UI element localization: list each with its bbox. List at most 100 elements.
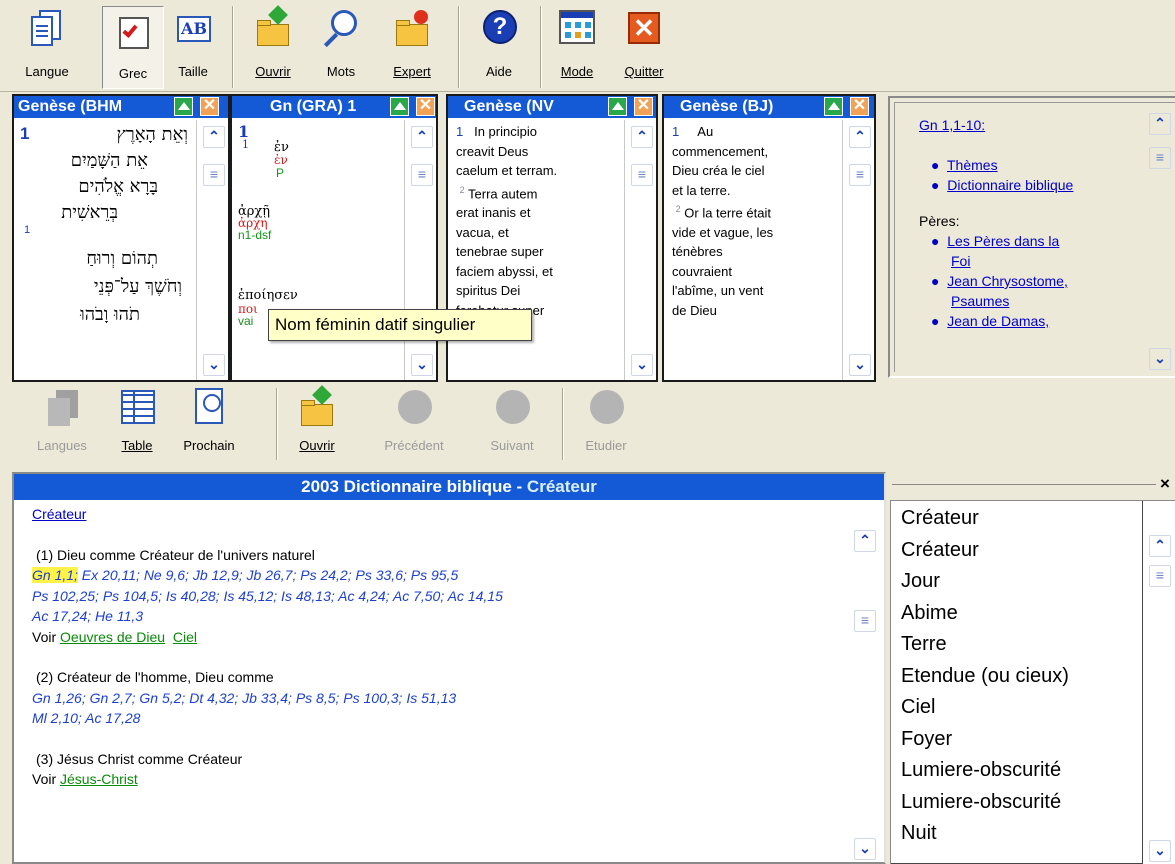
- etudier-button[interactable]: Etudier: [576, 388, 636, 460]
- word-list-item[interactable]: Foyer: [901, 724, 1142, 756]
- section-2-refs-a[interactable]: Gn 1,26; Gn 2,7; Gn 5,2; Dt 4,32; Jb 33,…: [32, 688, 844, 709]
- scroll-down-icon[interactable]: ⌄: [411, 354, 433, 376]
- langues-label: Langues: [37, 438, 87, 453]
- pane-bj-close-button[interactable]: ✕: [850, 97, 869, 116]
- peres-foi-link-cont[interactable]: Foi: [951, 253, 970, 269]
- scroll-down-icon[interactable]: ⌄: [849, 354, 871, 376]
- word-list-item[interactable]: Créateur: [901, 535, 1142, 567]
- scroll-up-icon[interactable]: ⌃: [631, 126, 653, 148]
- scripture-ref-link[interactable]: Gn 1,1-10:: [919, 117, 985, 133]
- scroll-down-icon[interactable]: ⌄: [203, 354, 225, 376]
- ouvrir-label: Ouvrir: [255, 64, 291, 79]
- jesus-christ-link[interactable]: Jésus-Christ: [60, 771, 138, 787]
- prochain-button[interactable]: Prochain: [176, 388, 242, 460]
- table-icon: [117, 388, 157, 428]
- ouvrir-button[interactable]: Ouvrir: [248, 5, 298, 88]
- scroll-down-icon[interactable]: ⌄: [1149, 348, 1171, 370]
- peres-foi-link[interactable]: Les Pères dans la: [947, 233, 1059, 249]
- scroll-thumb[interactable]: ≡: [631, 164, 653, 186]
- scroll-thumb[interactable]: ≡: [1149, 147, 1171, 169]
- app-window: { "toolbar_top": { "langue": "Langue", "…: [0, 0, 1175, 864]
- section-2-refs-b[interactable]: Ml 2,10; Ac 17,28: [32, 708, 844, 729]
- precedent-button[interactable]: Précédent: [366, 388, 462, 460]
- circle-icon: [394, 388, 434, 428]
- scroll-thumb[interactable]: ≡: [203, 164, 225, 186]
- pane-bj-scrollbar[interactable]: ⌃ ≡ ⌄: [842, 120, 874, 380]
- gra-word-3[interactable]: ἐποίησεν: [238, 288, 298, 303]
- dictionary-scrollbar[interactable]: ⌃ ≡ ⌄: [848, 500, 884, 862]
- dictionary-link[interactable]: Dictionnaire biblique: [947, 177, 1073, 193]
- pane-gra-maximize-button[interactable]: [390, 97, 409, 116]
- ciel-link[interactable]: Ciel: [173, 629, 197, 645]
- scroll-thumb[interactable]: ≡: [411, 164, 433, 186]
- quitter-button[interactable]: ✕ Quitter: [616, 8, 672, 88]
- pane-nv-maximize-button[interactable]: [608, 97, 627, 116]
- pane-bj-maximize-button[interactable]: [824, 97, 843, 116]
- table-button[interactable]: Table: [112, 388, 162, 460]
- oeuvres-link[interactable]: Oeuvres de Dieu: [60, 629, 165, 645]
- open-folder-icon: [253, 5, 293, 48]
- scroll-up-icon[interactable]: ⌃: [411, 126, 433, 148]
- section-1-refs-a[interactable]: Ex 20,11; Ne 9,6; Jb 12,9; Jb 26,7; Ps 2…: [78, 567, 458, 583]
- scroll-down-icon[interactable]: ⌄: [854, 838, 876, 860]
- word-list-item[interactable]: Nuit: [901, 818, 1142, 850]
- word-list-item[interactable]: Lumiere-obscurité: [901, 755, 1142, 787]
- scroll-up-icon[interactable]: ⌃: [854, 530, 876, 552]
- pane-gra-close-button[interactable]: ✕: [416, 97, 435, 116]
- section-2-heading: (2) Créateur de l'homme, Dieu comme: [36, 669, 274, 685]
- taille-button[interactable]: AB Taille: [168, 8, 218, 88]
- word-list-item[interactable]: Jour: [901, 566, 1142, 598]
- mode-button[interactable]: Mode: [552, 8, 602, 88]
- pane-nv-close-button[interactable]: ✕: [634, 97, 653, 116]
- themes-link[interactable]: Thèmes: [947, 157, 998, 173]
- ouvrir-dict-button[interactable]: Ouvrir: [292, 385, 342, 460]
- pane-nv-scrollbar[interactable]: ⌃ ≡ ⌄: [624, 120, 656, 380]
- taille-label: Taille: [178, 64, 208, 79]
- pane-bhm-body: 1 וְאֵת הָאָרֶץ אֵת הַשָּׁמַיִם בָּרָא א…: [14, 120, 192, 380]
- open-folder-icon: [297, 385, 337, 428]
- word-list-scrollbar[interactable]: ⌃ ≡ ⌄: [1145, 501, 1175, 864]
- word-list-item[interactable]: Terre: [901, 629, 1142, 661]
- scroll-up-icon[interactable]: ⌃: [1149, 113, 1171, 135]
- gra-word-2-parse: n1-dsf: [238, 228, 272, 242]
- scroll-up-icon[interactable]: ⌃: [1149, 535, 1171, 557]
- langues-button[interactable]: Langues: [26, 388, 98, 460]
- bj-verse-2-marker: 2: [675, 204, 681, 214]
- chrysostome-link-cont[interactable]: Psaumes: [951, 293, 1009, 309]
- word-list-item[interactable]: Ciel: [901, 692, 1142, 724]
- pane-gra-scrollbar[interactable]: ⌃ ≡ ⌄: [404, 120, 436, 380]
- damas-link[interactable]: Jean de Damas,: [947, 313, 1049, 329]
- section-1-refs-c[interactable]: Ac 17,24; He 11,3: [32, 606, 844, 627]
- section-1-refs-b[interactable]: Ps 102,25; Ps 104,5; Is 40,28; Is 45,12;…: [32, 586, 844, 607]
- expert-button[interactable]: Expert: [384, 8, 440, 88]
- scroll-thumb[interactable]: ≡: [1149, 565, 1171, 587]
- scroll-up-icon[interactable]: ⌃: [849, 126, 871, 148]
- pane-bhm-scrollbar[interactable]: ⌃ ≡ ⌄: [196, 120, 228, 380]
- precedent-label: Précédent: [384, 438, 444, 453]
- pane-bhm-maximize-button[interactable]: [174, 97, 193, 116]
- word-list-item[interactable]: Lumiere-obscurité: [901, 787, 1142, 819]
- expert-label: Expert: [393, 64, 431, 79]
- aide-button[interactable]: ? Aide: [474, 8, 524, 88]
- scroll-thumb[interactable]: ≡: [849, 164, 871, 186]
- word-list-item[interactable]: Etendue (ou cieux): [901, 661, 1142, 693]
- scroll-down-icon[interactable]: ⌄: [1149, 840, 1171, 862]
- scroll-up-icon[interactable]: ⌃: [203, 126, 225, 148]
- aide-label: Aide: [485, 64, 513, 79]
- chrysostome-link[interactable]: Jean Chrysostome,: [947, 273, 1068, 289]
- word-list-item[interactable]: Créateur: [901, 503, 1142, 535]
- voir-label: Voir: [32, 628, 57, 645]
- side-links-scrollbar[interactable]: ⌃ ≡ ⌄: [1143, 103, 1175, 372]
- term-link[interactable]: Créateur: [32, 506, 86, 522]
- pane-bhm-close-button[interactable]: ✕: [200, 97, 219, 116]
- scroll-down-icon[interactable]: ⌄: [631, 354, 653, 376]
- grec-button[interactable]: Grec: [102, 6, 164, 89]
- suivant-button[interactable]: Suivant: [476, 388, 548, 460]
- ref-highlighted[interactable]: Gn 1,1;: [32, 567, 78, 583]
- word-list-item[interactable]: Abime: [901, 598, 1142, 630]
- mots-button[interactable]: Mots: [316, 8, 366, 88]
- close-panel-icon[interactable]: ×: [1160, 474, 1170, 494]
- langue-button[interactable]: Langue: [22, 8, 72, 88]
- word-list-pane: Créateur Créateur Jour Abime Terre Etend…: [890, 500, 1175, 864]
- scroll-thumb[interactable]: ≡: [854, 610, 876, 632]
